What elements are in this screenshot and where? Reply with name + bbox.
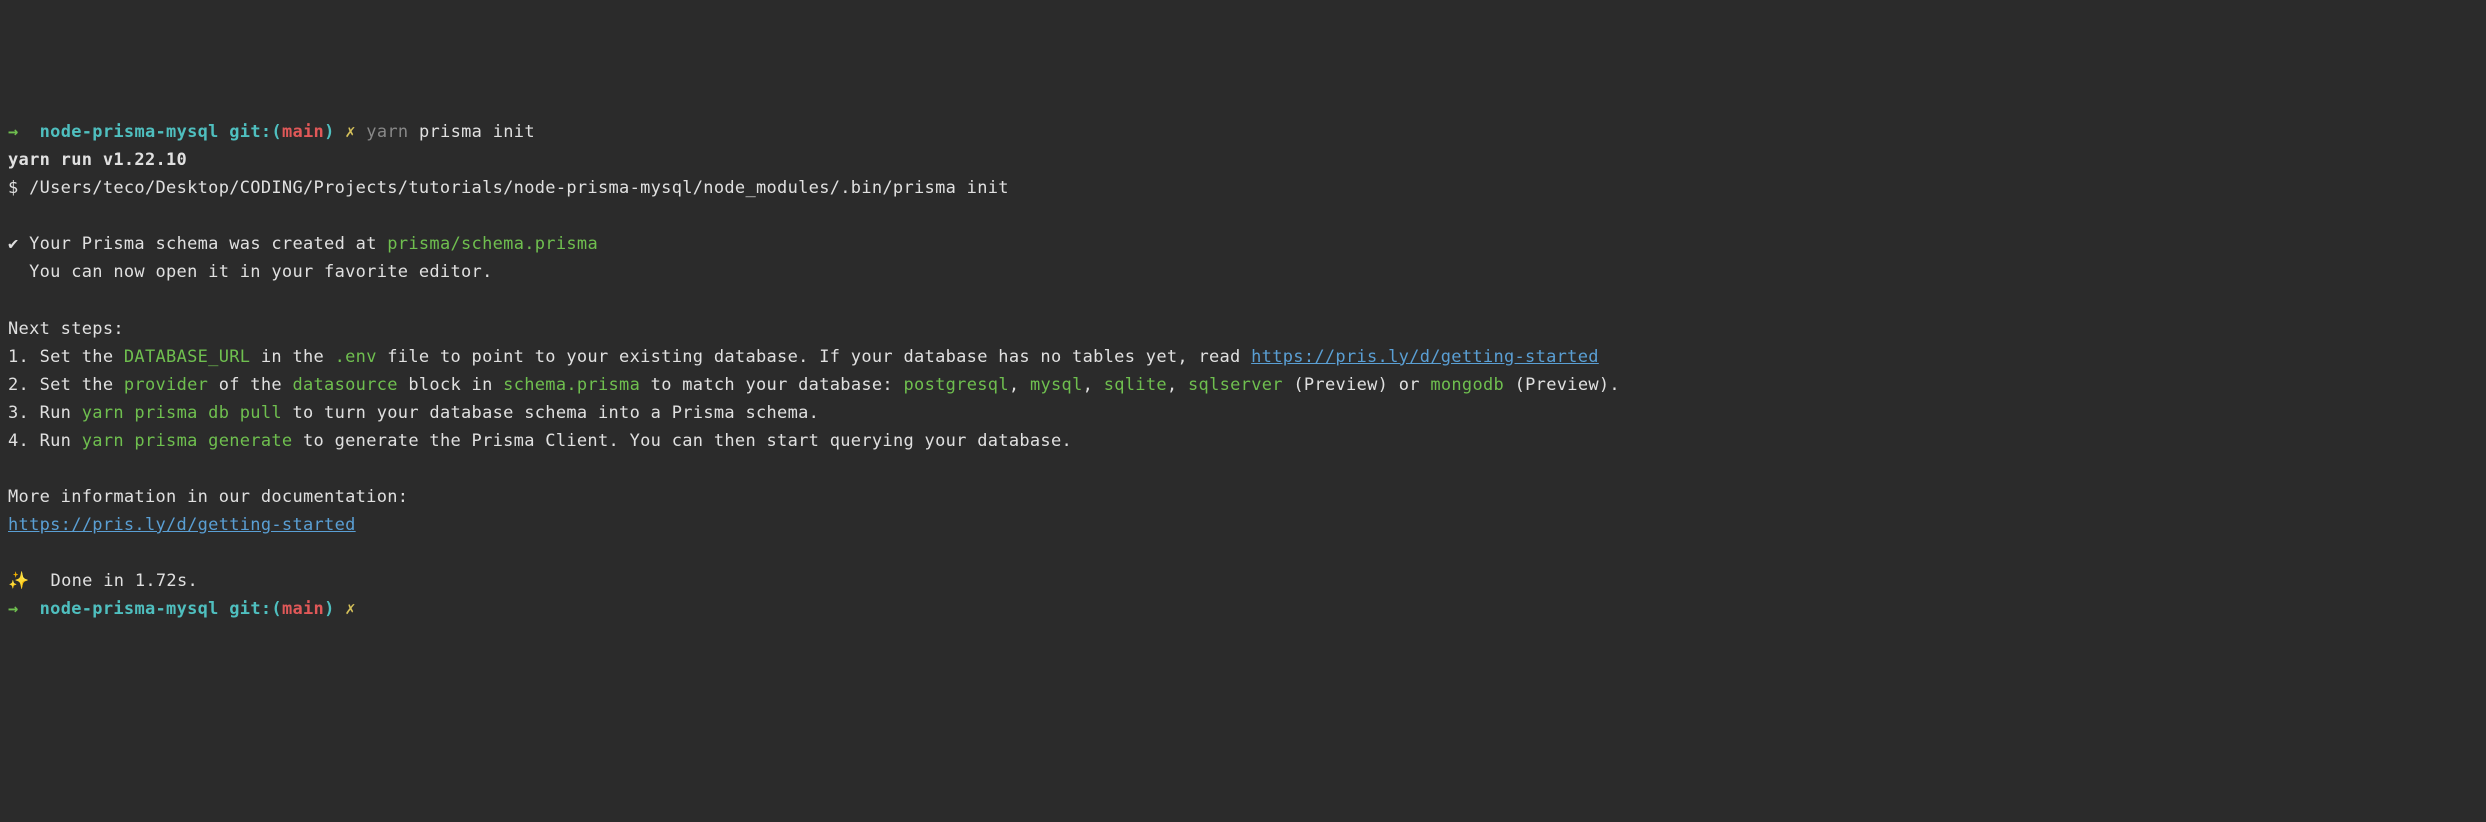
prompt-dir-2: node-prisma-mysql [40, 599, 219, 619]
command-yarn: yarn [366, 122, 408, 142]
check-icon: ✔ [8, 234, 19, 254]
step1-mid2: file to point to your existing database.… [377, 347, 1251, 367]
schema-created-text: Your Prisma schema was created at [19, 234, 388, 254]
prompt-arrow-2: → [8, 599, 19, 619]
db-postgresql: postgresql [904, 375, 1009, 395]
step4-suffix: to generate the Prisma Client. You can t… [292, 431, 1072, 451]
done-text: Done in 1.72s. [29, 571, 198, 591]
step2-mid2: block in [398, 375, 503, 395]
sparkle-icon: ✨ [8, 571, 29, 591]
documentation-link[interactable]: https://pris.ly/d/getting-started [8, 515, 356, 535]
yarn-version-line: yarn run v1.22.10 [8, 150, 187, 170]
more-info-text: More information in our documentation: [8, 487, 408, 507]
generate-cmd: yarn prisma generate [82, 431, 293, 451]
git-suffix: ) [324, 122, 335, 142]
exec-path: /Users/teco/Desktop/CODING/Projects/tuto… [29, 178, 1009, 198]
step1-prefix: 1. Set the [8, 347, 124, 367]
preview2: (Preview). [1504, 375, 1620, 395]
dollar-prefix: $ [8, 178, 29, 198]
step4-prefix: 4. Run [8, 431, 82, 451]
dirty-indicator-2: ✗ [345, 599, 356, 619]
schema-path: prisma/schema.prisma [387, 234, 598, 254]
schema-file: schema.prisma [503, 375, 640, 395]
db-mysql: mysql [1030, 375, 1083, 395]
git-prefix-2: git:( [229, 599, 282, 619]
step3-suffix: to turn your database schema into a Pris… [282, 403, 819, 423]
command-args: prisma init [419, 122, 535, 142]
datasource-keyword: datasource [292, 375, 397, 395]
database-url-var: DATABASE_URL [124, 347, 250, 367]
step3-prefix: 3. Run [8, 403, 82, 423]
getting-started-link-inline[interactable]: https://pris.ly/d/getting-started [1251, 347, 1599, 367]
preview1: (Preview) or [1283, 375, 1431, 395]
db-mongodb: mongodb [1430, 375, 1504, 395]
next-steps-heading: Next steps: [8, 319, 124, 339]
terminal-output: → node-prisma-mysql git:(main) ✗ yarn pr… [8, 118, 2478, 623]
git-suffix-2: ) [324, 599, 335, 619]
git-branch: main [282, 122, 324, 142]
prompt-dir: node-prisma-mysql [40, 122, 219, 142]
db-pull-cmd: yarn prisma db pull [82, 403, 282, 423]
git-branch-2: main [282, 599, 324, 619]
env-file: .env [335, 347, 377, 367]
step2-mid1: of the [208, 375, 292, 395]
git-prefix: git:( [229, 122, 282, 142]
db-sqlserver: sqlserver [1188, 375, 1283, 395]
provider-keyword: provider [124, 375, 208, 395]
dirty-indicator: ✗ [345, 122, 356, 142]
prompt-arrow: → [8, 122, 19, 142]
step2-mid3: to match your database: [640, 375, 903, 395]
step1-mid1: in the [250, 347, 334, 367]
open-editor-text: You can now open it in your favorite edi… [8, 262, 493, 282]
step2-prefix: 2. Set the [8, 375, 124, 395]
db-sqlite: sqlite [1104, 375, 1167, 395]
